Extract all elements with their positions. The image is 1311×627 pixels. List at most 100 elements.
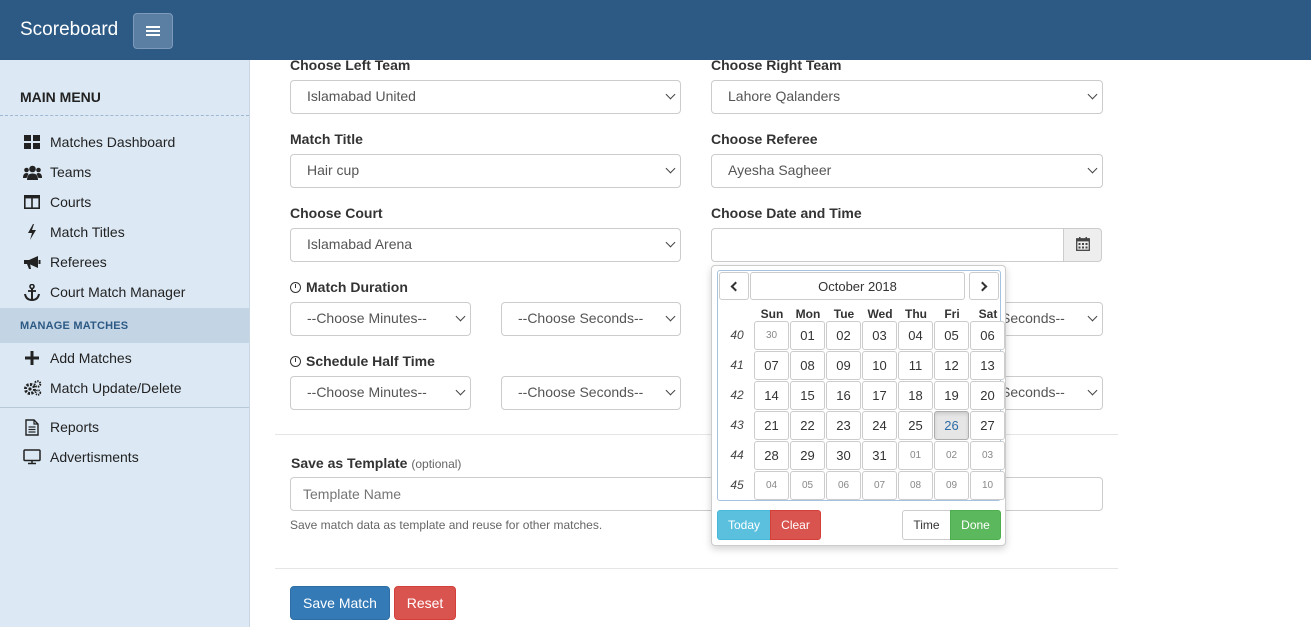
calendar-day[interactable]: 04 — [898, 321, 933, 350]
sidebar-item-reports[interactable]: Reports — [0, 412, 249, 442]
calendar-day[interactable]: 06 — [826, 471, 861, 500]
calendar-button[interactable] — [1063, 228, 1102, 262]
calendar-day[interactable]: 03 — [862, 321, 897, 350]
court-select[interactable]: Islamabad Arena — [290, 228, 681, 262]
weekday-header: Tue — [833, 307, 855, 321]
calendar-day[interactable]: 10 — [970, 471, 1005, 500]
app-title[interactable]: Scoreboard — [20, 19, 118, 41]
top-navbar: Scoreboard — [0, 0, 1311, 60]
week-number: 40 — [730, 328, 744, 342]
calendar-day[interactable]: 30 — [754, 321, 789, 350]
calendar-day[interactable]: 12 — [934, 351, 969, 380]
calendar-day[interactable]: 08 — [790, 351, 825, 380]
calendar-day[interactable]: 15 — [790, 381, 825, 410]
sidebar-item-courts[interactable]: Courts — [0, 187, 249, 217]
halftime-minutes-select[interactable]: --Choose Minutes-- — [290, 376, 471, 410]
calendar-day[interactable]: 08 — [898, 471, 933, 500]
sidebar-item-advertisments[interactable]: Advertisments — [0, 442, 249, 472]
calendar-day[interactable]: 28 — [754, 441, 789, 470]
weekday-header: Mon — [795, 307, 821, 321]
calendar-day[interactable]: 13 — [970, 351, 1005, 380]
calendar-day[interactable]: 21 — [754, 411, 789, 440]
chevron-down-icon — [1087, 163, 1098, 174]
menu-toggle-button[interactable] — [133, 13, 173, 49]
sidebar-item-match-titles[interactable]: Match Titles — [0, 217, 249, 247]
dashboard-icon — [22, 133, 42, 151]
duration-seconds-select[interactable]: --Choose Seconds-- — [501, 302, 681, 336]
users-icon — [22, 163, 42, 181]
match-duration-label: Match Duration — [290, 279, 408, 295]
sidebar-item-matches-dashboard[interactable]: Matches Dashboard — [0, 127, 249, 157]
calendar-day[interactable]: 19 — [934, 381, 969, 410]
calendar-day-selected[interactable]: 26 — [934, 411, 969, 440]
sidebar-item-referees[interactable]: Referees — [0, 247, 249, 277]
calendar-day[interactable]: 17 — [862, 381, 897, 410]
sidebar-item-label: Advertisments — [50, 449, 139, 465]
calendar-day[interactable]: 31 — [862, 441, 897, 470]
calendar-day[interactable]: 10 — [862, 351, 897, 380]
reset-button[interactable]: Reset — [394, 586, 456, 620]
calendar-day[interactable]: 30 — [826, 441, 861, 470]
today-button[interactable]: Today — [717, 510, 771, 540]
month-title[interactable]: October 2018 — [750, 272, 965, 300]
calendar-day[interactable]: 09 — [826, 351, 861, 380]
week-number: 44 — [730, 448, 744, 462]
prev-month-button[interactable] — [719, 272, 749, 300]
calendar-day[interactable]: 23 — [826, 411, 861, 440]
calendar-day[interactable]: 02 — [934, 441, 969, 470]
clear-button[interactable]: Clear — [770, 510, 821, 540]
calendar-day[interactable]: 01 — [898, 441, 933, 470]
duration-minutes-select[interactable]: --Choose Minutes-- — [290, 302, 471, 336]
chevron-down-icon — [1087, 89, 1098, 100]
calendar-day[interactable]: 18 — [898, 381, 933, 410]
datetime-input[interactable] — [711, 228, 1064, 262]
left-team-label: Choose Left Team — [290, 57, 411, 73]
half-time-label: Schedule Half Time — [290, 353, 435, 369]
duration-seconds-right-value: Seconds-- — [1001, 310, 1065, 326]
calendar-day[interactable]: 02 — [826, 321, 861, 350]
calendar-day[interactable]: 27 — [970, 411, 1005, 440]
chevron-down-icon — [665, 163, 676, 174]
sidebar-item-label: Matches Dashboard — [50, 134, 176, 150]
sidebar-item-match-update-delete[interactable]: Match Update/Delete — [0, 373, 249, 403]
sidebar-item-court-match-manager[interactable]: Court Match Manager — [0, 277, 249, 307]
match-title-select[interactable]: Hair cup — [290, 154, 681, 188]
chevron-down-icon — [1087, 311, 1098, 322]
next-month-button[interactable] — [969, 272, 999, 300]
calendar-day[interactable]: 01 — [790, 321, 825, 350]
sidebar-heading: MAIN MENU — [0, 60, 249, 116]
chevron-left-icon — [730, 281, 741, 291]
calendar-day[interactable]: 29 — [790, 441, 825, 470]
calendar-day[interactable]: 03 — [970, 441, 1005, 470]
chevron-down-icon — [455, 311, 466, 322]
calendar-day[interactable]: 20 — [970, 381, 1005, 410]
calendar-day[interactable]: 24 — [862, 411, 897, 440]
done-button[interactable]: Done — [950, 510, 1001, 540]
weekday-header: Sat — [978, 307, 998, 321]
calendar-day[interactable]: 05 — [934, 321, 969, 350]
calendar-day[interactable]: 06 — [970, 321, 1005, 350]
calendar-day[interactable]: 22 — [790, 411, 825, 440]
optional-hint: (optional) — [411, 457, 462, 471]
time-button[interactable]: Time — [902, 510, 951, 540]
calendar-day[interactable]: 11 — [898, 351, 933, 380]
calendar-day[interactable]: 04 — [754, 471, 789, 500]
calendar-day[interactable]: 16 — [826, 381, 861, 410]
referee-select[interactable]: Ayesha Sagheer — [711, 154, 1103, 188]
calendar-day[interactable]: 25 — [898, 411, 933, 440]
calendar-day[interactable]: 09 — [934, 471, 969, 500]
right-team-select[interactable]: Lahore Qalanders — [711, 80, 1103, 114]
sidebar-item-teams[interactable]: Teams — [0, 157, 249, 187]
save-match-button[interactable]: Save Match — [290, 586, 390, 620]
calendar-day[interactable]: 07 — [862, 471, 897, 500]
file-icon — [22, 418, 42, 436]
left-team-select[interactable]: Islamabad United — [290, 80, 681, 114]
calendar-day[interactable]: 07 — [754, 351, 789, 380]
clock-icon — [290, 282, 301, 293]
halftime-seconds-select[interactable]: --Choose Seconds-- — [501, 376, 681, 410]
calendar-day[interactable]: 05 — [790, 471, 825, 500]
calendar-icon — [1075, 236, 1090, 254]
calendar-day[interactable]: 14 — [754, 381, 789, 410]
sidebar-item-add-matches[interactable]: Add Matches — [0, 343, 249, 373]
chevron-down-icon — [665, 385, 676, 396]
